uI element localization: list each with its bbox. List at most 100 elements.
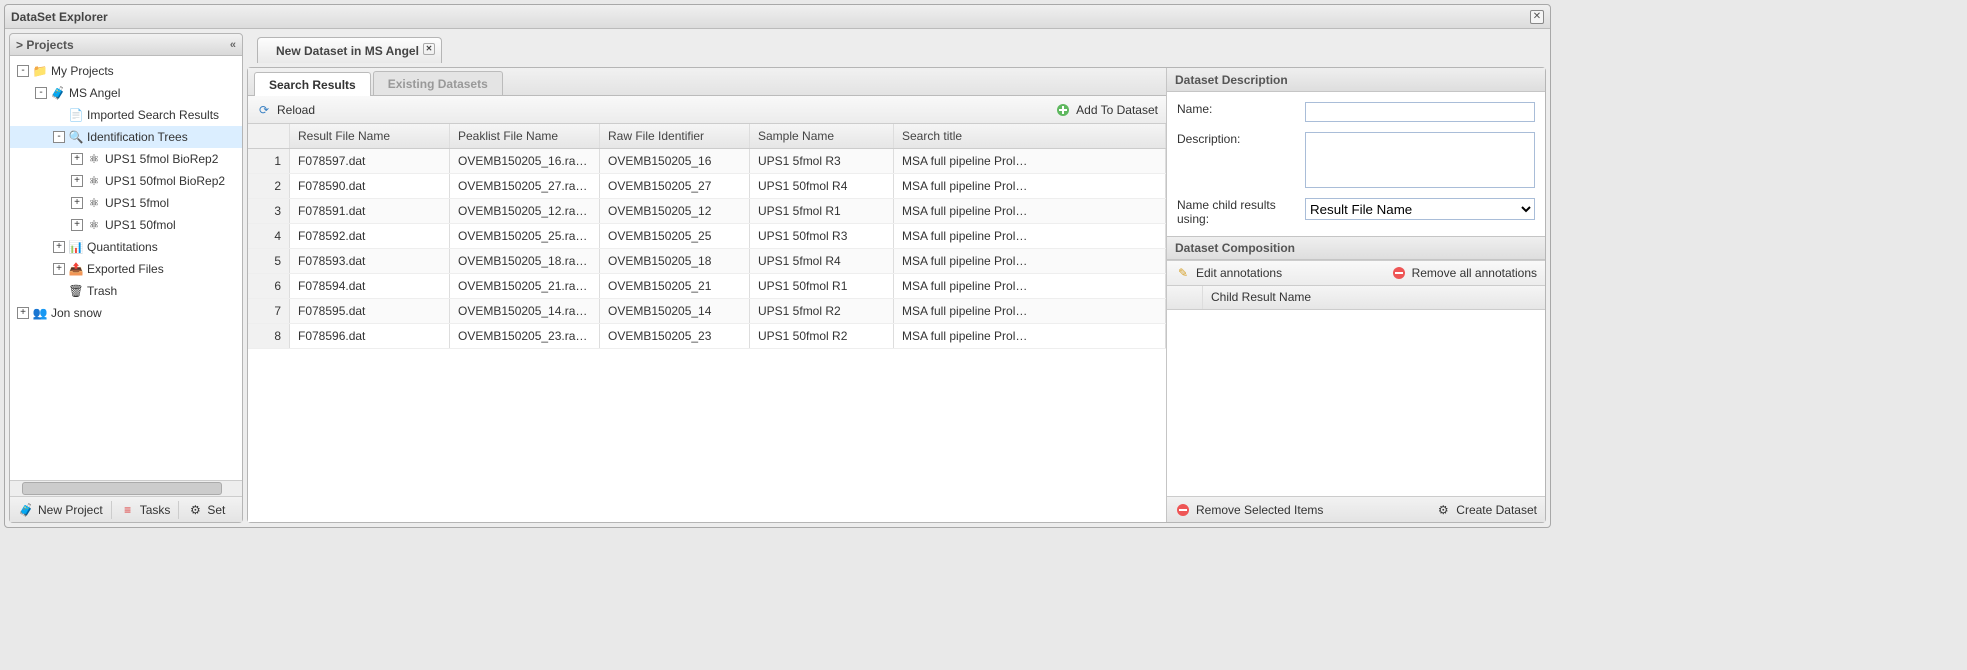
- projects-header-text: > Projects: [16, 38, 74, 52]
- tree-node[interactable]: +⚛UPS1 5fmol: [10, 192, 242, 214]
- remove-selected-button[interactable]: Remove Selected Items: [1175, 502, 1323, 518]
- tree-node-icon: 📤: [68, 261, 84, 277]
- tree-node-label: Exported Files: [87, 262, 164, 276]
- tab-search-results[interactable]: Search Results: [254, 72, 371, 96]
- tree-toggle-icon[interactable]: +: [71, 153, 83, 165]
- tree-node-label: UPS1 50fmol BioRep2: [105, 174, 225, 188]
- content-panel: Search Results Existing Datasets ⟳ Reloa…: [247, 67, 1546, 523]
- projects-panel: > Projects « -📁My Projects-🧳MS Angel📄Imp…: [9, 33, 243, 523]
- table-row[interactable]: 7F078595.datOVEMB150205_14.ra…OVEMB15020…: [248, 299, 1166, 324]
- tasks-icon: ≡: [120, 502, 136, 518]
- remove-all-annotations-button[interactable]: Remove all annotations: [1391, 265, 1537, 281]
- col-raw-file[interactable]: Raw File Identifier: [600, 124, 750, 148]
- tree-node-label: Imported Search Results: [87, 108, 219, 122]
- tree-node[interactable]: -🔍Identification Trees: [10, 126, 242, 148]
- tree-node[interactable]: +👥Jon snow: [10, 302, 242, 324]
- window-title: DataSet Explorer: [11, 10, 1530, 24]
- right-footer: Remove Selected Items ⚙ Create Dataset: [1167, 496, 1545, 522]
- tree-node[interactable]: 📄Imported Search Results: [10, 104, 242, 126]
- desc-form: Name: Description: Name child results us…: [1167, 92, 1545, 236]
- name-field[interactable]: [1305, 102, 1535, 122]
- table-row[interactable]: 5F078593.datOVEMB150205_18.ra…OVEMB15020…: [248, 249, 1166, 274]
- table-row[interactable]: 2F078590.datOVEMB150205_27.ra…OVEMB15020…: [248, 174, 1166, 199]
- tree-node-icon: ⚛: [86, 151, 102, 167]
- description-field[interactable]: [1305, 132, 1535, 188]
- inner-tabstrip: Search Results Existing Datasets: [248, 68, 1166, 96]
- right-column: Dataset Description Name: Description: N…: [1167, 68, 1545, 522]
- main-area: New Dataset in MS Angel ✕ Search Results…: [247, 33, 1546, 523]
- edit-annotations-button[interactable]: ✎ Edit annotations: [1175, 265, 1282, 281]
- table-row[interactable]: 4F078592.datOVEMB150205_25.ra…OVEMB15020…: [248, 224, 1166, 249]
- center-column: Search Results Existing Datasets ⟳ Reloa…: [248, 68, 1167, 522]
- tree-node-icon: ⚛: [86, 173, 102, 189]
- table-row[interactable]: 8F078596.datOVEMB150205_23.ra…OVEMB15020…: [248, 324, 1166, 349]
- create-dataset-button[interactable]: ⚙ Create Dataset: [1435, 502, 1537, 518]
- tree-node-label: UPS1 5fmol: [105, 196, 169, 210]
- tree-toggle-icon[interactable]: +: [71, 197, 83, 209]
- composition-grid[interactable]: Child Result Name: [1167, 286, 1545, 496]
- child-naming-label: Name child results using:: [1177, 198, 1305, 226]
- window: DataSet Explorer ✕ > Projects « -📁My Pro…: [4, 4, 1551, 528]
- new-project-button[interactable]: 🧳 New Project: [10, 497, 111, 522]
- collapse-icon[interactable]: «: [230, 39, 236, 51]
- tree-node-label: UPS1 50fmol: [105, 218, 176, 232]
- table-row[interactable]: 3F078591.datOVEMB150205_12.ra…OVEMB15020…: [248, 199, 1166, 224]
- tree-node[interactable]: +⚛UPS1 5fmol BioRep2: [10, 148, 242, 170]
- tree-node-icon: 📄: [68, 107, 84, 123]
- file-tab[interactable]: New Dataset in MS Angel ✕: [257, 37, 442, 63]
- child-naming-select[interactable]: Result File Name: [1305, 198, 1535, 220]
- tree-node-icon: 📁: [32, 63, 48, 79]
- reload-button[interactable]: ⟳ Reload: [256, 102, 315, 118]
- tree-node[interactable]: -🧳MS Angel: [10, 82, 242, 104]
- tree-node[interactable]: -📁My Projects: [10, 60, 242, 82]
- tab-close-icon[interactable]: ✕: [423, 43, 435, 55]
- tree-node[interactable]: +⚛UPS1 50fmol BioRep2: [10, 170, 242, 192]
- tab-existing-datasets[interactable]: Existing Datasets: [373, 71, 503, 95]
- tree-toggle-icon[interactable]: -: [53, 131, 65, 143]
- results-grid[interactable]: Result File Name Peaklist File Name Raw …: [248, 124, 1166, 522]
- tree-node-label: Jon snow: [51, 306, 102, 320]
- tree-node[interactable]: 🗑Trash: [10, 280, 242, 302]
- col-rownum[interactable]: [248, 124, 290, 148]
- tree-toggle-icon[interactable]: -: [17, 65, 29, 77]
- tree-toggle-icon[interactable]: +: [71, 175, 83, 187]
- tree-toggle-icon[interactable]: +: [17, 307, 29, 319]
- tree-node[interactable]: +⚛UPS1 50fmol: [10, 214, 242, 236]
- tree-node-icon: 🔍: [68, 129, 84, 145]
- desc-section-header: Dataset Description: [1167, 68, 1545, 92]
- tree-node-icon: ⚛: [86, 217, 102, 233]
- tree-node[interactable]: +📊Quantitations: [10, 236, 242, 258]
- tree-toggle-icon[interactable]: -: [35, 87, 47, 99]
- col-sample-name[interactable]: Sample Name: [750, 124, 894, 148]
- settings-button[interactable]: ⚙ Set: [179, 497, 233, 522]
- tree-node-label: Quantitations: [87, 240, 158, 254]
- tree-node-icon: 📊: [68, 239, 84, 255]
- tree-node-icon: 🧳: [50, 85, 66, 101]
- tasks-button[interactable]: ≡ Tasks: [112, 497, 179, 522]
- table-row[interactable]: 1F078597.datOVEMB150205_16.ra…OVEMB15020…: [248, 149, 1166, 174]
- tree-toggle-icon[interactable]: +: [71, 219, 83, 231]
- tree-toggle-icon[interactable]: +: [53, 241, 65, 253]
- tree-scrollbar[interactable]: [10, 480, 242, 496]
- tree-node-label: My Projects: [51, 64, 114, 78]
- tree-toggle-icon[interactable]: +: [53, 263, 65, 275]
- comp-toolbar: ✎ Edit annotations Remove all annotation…: [1167, 260, 1545, 286]
- gear-icon: ⚙: [187, 502, 203, 518]
- grid-header: Result File Name Peaklist File Name Raw …: [248, 124, 1166, 149]
- reload-icon: ⟳: [256, 102, 272, 118]
- table-row[interactable]: 6F078594.datOVEMB150205_21.ra…OVEMB15020…: [248, 274, 1166, 299]
- add-icon: [1055, 102, 1071, 118]
- briefcase-icon: 🧳: [18, 502, 34, 518]
- tree-node-label: Identification Trees: [87, 130, 188, 144]
- close-icon[interactable]: ✕: [1530, 10, 1544, 24]
- col-result-file[interactable]: Result File Name: [290, 124, 450, 148]
- tree-node-label: MS Angel: [69, 86, 120, 100]
- comp-col-rownum[interactable]: [1167, 286, 1203, 309]
- col-search-title[interactable]: Search title: [894, 124, 1166, 148]
- tree-node[interactable]: +📤Exported Files: [10, 258, 242, 280]
- col-peaklist-file[interactable]: Peaklist File Name: [450, 124, 600, 148]
- comp-col-child-name[interactable]: Child Result Name: [1203, 286, 1545, 309]
- projects-tree[interactable]: -📁My Projects-🧳MS Angel📄Imported Search …: [10, 56, 242, 480]
- action-bar: ⟳ Reload Add To Dataset: [248, 96, 1166, 124]
- add-to-dataset-button[interactable]: Add To Dataset: [1055, 102, 1158, 118]
